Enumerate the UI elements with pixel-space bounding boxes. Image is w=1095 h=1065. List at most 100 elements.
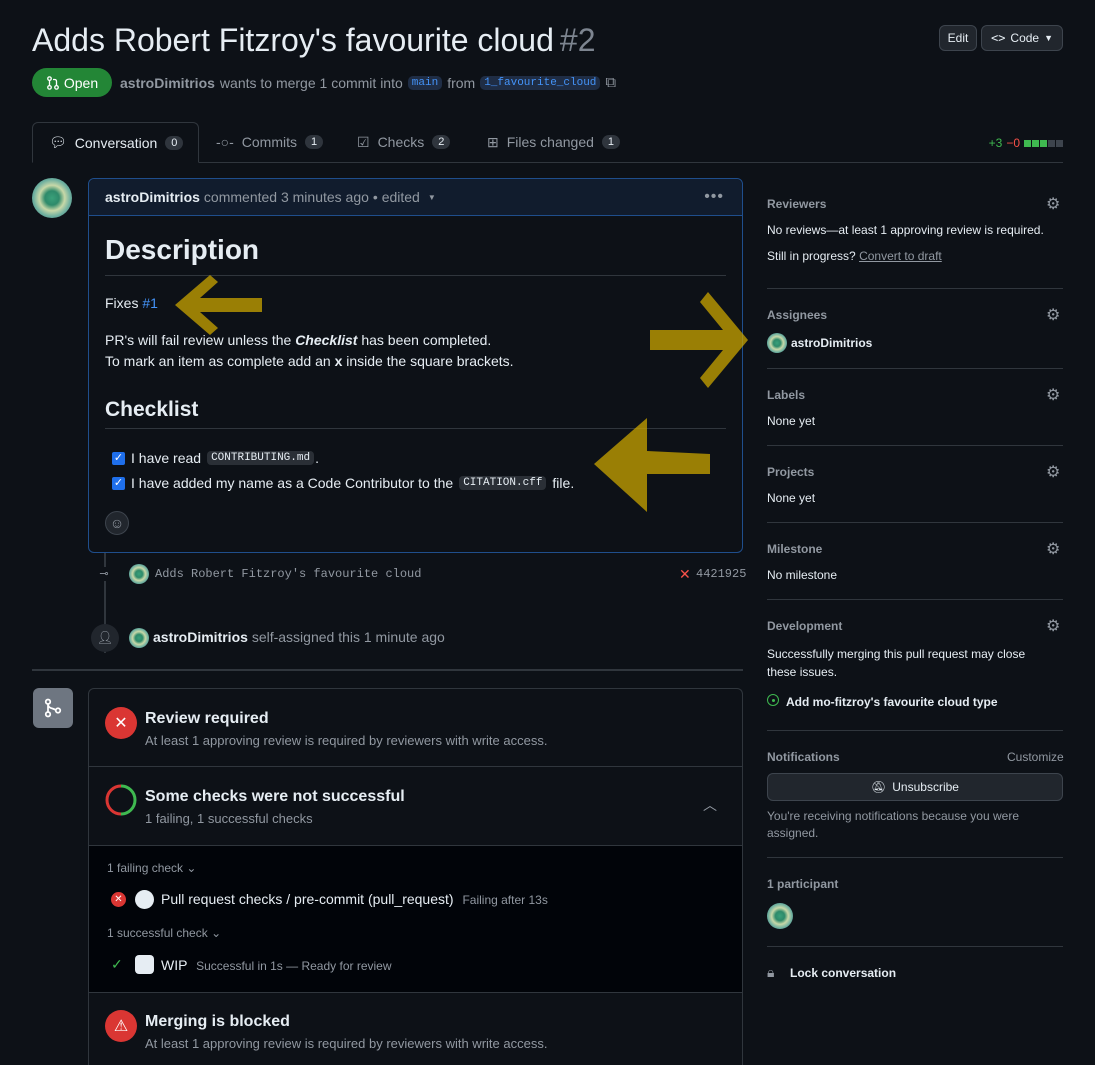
check-icon: ✓	[111, 956, 123, 972]
assign-event: astroDimitrios self-assigned this 1 minu…	[153, 629, 445, 645]
base-branch[interactable]: main	[407, 75, 443, 90]
success-check-name: WIP	[161, 957, 188, 973]
tab-conversation-count: 0	[165, 135, 184, 150]
tab-checks[interactable]: ☑ Checks 2	[357, 122, 451, 162]
code-icon: <>	[990, 31, 1006, 45]
gear-icon[interactable]: ⚙	[1046, 385, 1060, 405]
state-label: Open	[63, 74, 99, 91]
commit-icon: -○-	[216, 134, 234, 150]
checklist-item: ✓ I have added my name as a Code Contrib…	[112, 475, 574, 491]
customize-link[interactable]: Customize	[1007, 750, 1064, 764]
convert-to-draft-link[interactable]: Convert to draft	[859, 249, 942, 263]
gear-icon[interactable]: ⚙	[1046, 194, 1060, 214]
failing-check-row[interactable]: Pull request checks / pre-commit (pull_r…	[161, 891, 548, 907]
issue-link[interactable]: #1	[142, 295, 158, 311]
github-icon	[135, 890, 154, 909]
avatar[interactable]	[767, 903, 793, 929]
assignee-name[interactable]: astroDimitrios	[791, 336, 872, 350]
timeline-divider	[32, 669, 743, 671]
copy-icon[interactable]: ⧉	[605, 74, 616, 91]
head-branch[interactable]: 1_favourite_cloud	[480, 75, 601, 90]
file-diff-icon: ⊞	[487, 133, 499, 150]
development-title[interactable]: Development	[767, 619, 842, 633]
tab-files-changed[interactable]: ⊞ Files changed 1	[487, 122, 621, 162]
edited-dropdown[interactable]: • edited	[373, 189, 420, 205]
item2-code: CITATION.cff	[459, 476, 547, 490]
commit-icon: ⊸	[97, 567, 111, 581]
labels-title[interactable]: Labels	[767, 388, 805, 402]
checks-title: Some checks were not successful	[145, 788, 405, 805]
p2-text-end: inside the square brackets.	[346, 353, 514, 369]
fixes-line: Fixes #1	[105, 295, 158, 311]
avatar[interactable]	[129, 564, 149, 584]
merge-text: wants to merge 1 commit into	[219, 74, 403, 91]
commit-sha[interactable]: 4421925	[696, 567, 746, 581]
comment-time[interactable]: commented 3 minutes ago	[204, 189, 369, 205]
code-button[interactable]: <> Code ▼	[981, 25, 1063, 51]
event-text: self-assigned this 1 minute ago	[251, 629, 445, 645]
checks-status-icon	[105, 784, 137, 816]
review-required-sub: At least 1 approving review is required …	[145, 733, 548, 748]
development-issue-link[interactable]: Add mo-fitzroy's favourite cloud type	[786, 695, 998, 709]
description-heading: Description	[105, 234, 260, 265]
p1-text-end: has been completed.	[361, 332, 492, 348]
avatar[interactable]	[32, 178, 72, 218]
milestone-title[interactable]: Milestone	[767, 542, 822, 556]
assignees-title[interactable]: Assignees	[767, 308, 827, 322]
gear-icon[interactable]: ⚙	[1046, 462, 1060, 482]
kebab-menu-icon[interactable]: •••	[704, 188, 724, 206]
failing-label: 1 failing check	[107, 861, 184, 875]
p2-text: To mark an item as complete add an	[105, 353, 331, 369]
unsubscribe-button[interactable]: 🔕︎ Unsubscribe	[767, 773, 1063, 801]
tab-files-label: Files changed	[506, 134, 594, 150]
failing-toggle[interactable]: 1 failing check ⌄	[107, 861, 196, 875]
caret-down-icon[interactable]: ▼	[428, 193, 436, 202]
development-text: Successfully merging this pull request m…	[767, 647, 1026, 679]
notifications-text: You're receiving notifications because y…	[767, 809, 1019, 840]
edit-button[interactable]: Edit	[939, 25, 977, 51]
divider	[767, 946, 1063, 947]
checkbox-checked[interactable]: ✓	[112, 476, 125, 490]
gear-icon[interactable]: ⚙	[1046, 616, 1060, 636]
tab-conversation[interactable]: 💬︎ Conversation 0	[32, 122, 199, 163]
code-label: Code	[1010, 31, 1040, 45]
notifications-title: Notifications	[767, 750, 840, 764]
chevron-up-icon[interactable]: ︿	[703, 795, 717, 815]
success-check-row[interactable]: WIP Successful in 1s — Ready for review	[161, 957, 392, 973]
divider	[767, 368, 1063, 369]
checkbox-checked[interactable]: ✓	[112, 451, 125, 465]
add-reaction-icon[interactable]: ☺	[105, 511, 129, 535]
comment-author[interactable]: astroDimitrios	[105, 189, 200, 205]
gear-icon[interactable]: ⚙	[1046, 305, 1060, 325]
gear-icon[interactable]: ⚙	[1046, 539, 1060, 559]
annotation-arrow	[594, 418, 710, 512]
divider	[767, 730, 1063, 731]
lock-icon: 🔒︎	[767, 964, 775, 980]
diffstat: +3 −0	[989, 136, 1063, 150]
diffstat-bar	[1024, 139, 1063, 147]
avatar[interactable]	[767, 333, 787, 353]
person-icon: 👤︎	[91, 624, 119, 652]
tab-commits-label: Commits	[241, 134, 298, 150]
item1-end: .	[315, 450, 319, 466]
reviewers-title[interactable]: Reviewers	[767, 197, 826, 211]
labels-text: None yet	[767, 414, 816, 428]
success-toggle[interactable]: 1 successful check ⌄	[107, 926, 221, 940]
pr-meta: astroDimitrios wants to merge 1 commit i…	[120, 74, 616, 91]
checklist-heading: Checklist	[105, 398, 199, 421]
tab-commits[interactable]: -○- Commits 1	[216, 122, 324, 162]
x-icon[interactable]: ✕	[679, 566, 691, 583]
divider	[767, 857, 1063, 858]
avatar[interactable]	[129, 628, 149, 648]
item2-text: I have added my name as a Code Contribut…	[131, 475, 454, 491]
issue-open-icon	[767, 694, 779, 706]
commit-message[interactable]: Adds Robert Fitzroy's favourite cloud	[155, 567, 421, 581]
pull-request-icon	[46, 75, 59, 90]
divider	[767, 445, 1063, 446]
lock-conversation-link[interactable]: Lock conversation	[790, 966, 896, 980]
event-author[interactable]: astroDimitrios	[153, 629, 248, 645]
pr-author-link[interactable]: astroDimitrios	[120, 75, 215, 91]
annotation-arrow	[175, 275, 262, 335]
divider	[767, 599, 1063, 600]
projects-title[interactable]: Projects	[767, 465, 814, 479]
